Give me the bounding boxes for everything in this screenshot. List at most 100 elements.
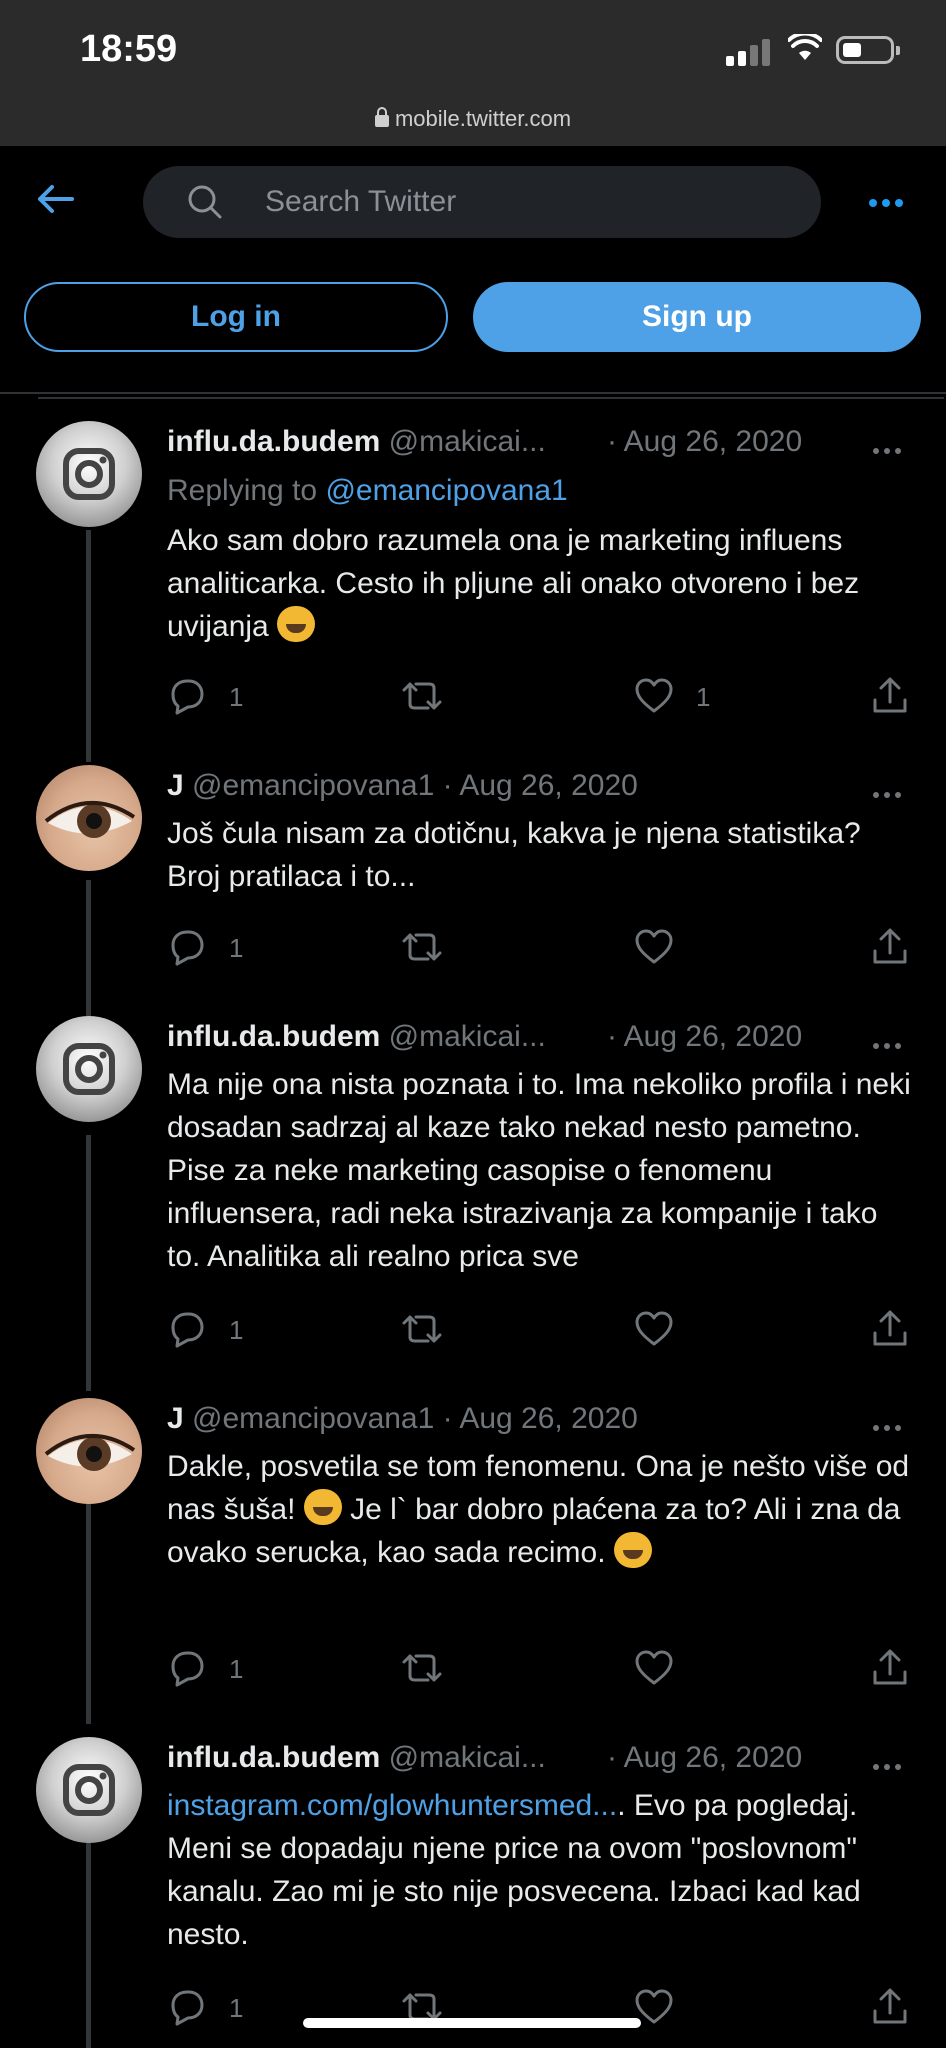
eye-photo bbox=[44, 1433, 136, 1471]
login-button[interactable]: Log in bbox=[24, 282, 448, 352]
replying-label: Replying to bbox=[167, 474, 318, 507]
retweet-icon bbox=[402, 682, 442, 710]
retweet-icon bbox=[402, 1654, 442, 1682]
display-name[interactable]: J bbox=[167, 769, 184, 802]
reply-count: 1 bbox=[229, 682, 244, 712]
reply-button[interactable]: 1 bbox=[167, 1309, 243, 1354]
display-name[interactable]: influ.da.budem bbox=[167, 425, 380, 458]
tweet-actions: 1 1 bbox=[167, 676, 912, 716]
reply-button[interactable]: 1 bbox=[167, 927, 243, 972]
handle[interactable]: @emancipovana1 bbox=[192, 769, 434, 802]
tweet-date[interactable]: · Aug 26, 2020 bbox=[607, 1020, 802, 1054]
divider bbox=[0, 392, 946, 394]
share-button[interactable] bbox=[870, 1648, 910, 1693]
reply-icon bbox=[171, 930, 204, 966]
mention-link[interactable]: @emancipovana1 bbox=[325, 474, 567, 507]
more-options-icon[interactable] bbox=[869, 194, 908, 212]
reply-icon bbox=[171, 1312, 204, 1348]
reply-button[interactable]: 1 bbox=[167, 1987, 243, 2032]
retweet-button[interactable] bbox=[400, 1648, 444, 1693]
retweet-icon bbox=[402, 933, 442, 961]
tweet-date[interactable]: · Aug 26, 2020 bbox=[607, 425, 802, 459]
retweet-button[interactable] bbox=[400, 927, 444, 972]
back-arrow-icon[interactable] bbox=[36, 183, 76, 215]
signup-button[interactable]: Sign up bbox=[473, 282, 921, 352]
display-name[interactable]: influ.da.budem bbox=[167, 1741, 380, 1774]
like-button[interactable]: 1 bbox=[634, 676, 710, 721]
tweet-text-content: Ako sam dobro razumela ona je marketing … bbox=[167, 524, 860, 643]
tweet-header: influ.da.budem @makicai... bbox=[167, 425, 546, 459]
tweet-more-icon[interactable] bbox=[873, 1418, 906, 1436]
instagram-icon bbox=[63, 1043, 115, 1095]
avatar[interactable] bbox=[36, 1737, 142, 1843]
heart-icon bbox=[635, 678, 673, 713]
retweet-button[interactable] bbox=[400, 676, 444, 721]
tweet-actions: 1 bbox=[167, 1648, 912, 1688]
share-button[interactable] bbox=[870, 676, 910, 721]
share-icon bbox=[873, 928, 907, 964]
share-icon bbox=[873, 1310, 907, 1346]
tweet-more-icon[interactable] bbox=[873, 1036, 906, 1054]
status-bar: 18:59 mobile.twitter.com bbox=[0, 0, 946, 146]
tweet-more-icon[interactable] bbox=[873, 441, 906, 459]
url-text: mobile.twitter.com bbox=[394, 106, 572, 131]
reply-icon bbox=[171, 1651, 204, 1687]
like-button[interactable] bbox=[634, 1648, 674, 1693]
thread-line bbox=[86, 880, 91, 1016]
avatar[interactable] bbox=[36, 765, 142, 871]
avatar[interactable] bbox=[36, 421, 142, 527]
share-icon bbox=[873, 1649, 907, 1685]
retweet-icon bbox=[402, 1315, 442, 1343]
tweet-more-icon[interactable] bbox=[873, 785, 906, 803]
display-name[interactable]: J bbox=[167, 1402, 184, 1435]
tweet-actions: 1 bbox=[167, 927, 912, 967]
handle[interactable]: @emancipovana1 bbox=[192, 1402, 434, 1435]
divider bbox=[38, 397, 944, 399]
battery-icon bbox=[836, 36, 900, 64]
display-name[interactable]: influ.da.budem bbox=[167, 1020, 380, 1053]
heart-icon bbox=[635, 1650, 673, 1685]
heart-icon bbox=[635, 929, 673, 964]
rolling-laughing-emoji bbox=[613, 1532, 652, 1568]
reply-icon bbox=[171, 679, 204, 715]
avatar[interactable] bbox=[36, 1016, 142, 1122]
search-input[interactable]: Search Twitter bbox=[143, 166, 821, 238]
tweet-header: J @emancipovana1 · Aug 26, 2020 bbox=[167, 769, 638, 803]
signal-icon bbox=[726, 38, 774, 66]
share-button[interactable] bbox=[870, 1309, 910, 1354]
status-time: 18:59 bbox=[80, 28, 178, 70]
tweet-more-icon[interactable] bbox=[873, 1757, 906, 1775]
tweet-date[interactable]: · Aug 26, 2020 bbox=[443, 1402, 638, 1435]
thread-line bbox=[86, 530, 91, 762]
home-indicator[interactable] bbox=[303, 2018, 641, 2028]
handle[interactable]: @makicai... bbox=[389, 425, 546, 458]
tweet-header: influ.da.budem @makicai... bbox=[167, 1741, 546, 1775]
tweet-text: Dakle, posvetila se tom fenomenu. Ona je… bbox=[167, 1445, 917, 1574]
tweet-text: instagram.com/glowhuntersmed.... Evo pa … bbox=[167, 1784, 917, 1956]
like-count: 1 bbox=[696, 682, 711, 712]
instagram-icon bbox=[63, 1764, 115, 1816]
share-icon bbox=[873, 677, 907, 713]
rolling-laughing-emoji bbox=[303, 1489, 342, 1525]
instagram-link[interactable]: instagram.com/glowhuntersmed... bbox=[167, 1789, 617, 1822]
share-button[interactable] bbox=[870, 927, 910, 972]
like-button[interactable] bbox=[634, 1309, 674, 1354]
tweet-header: J @emancipovana1 · Aug 26, 2020 bbox=[167, 1402, 638, 1436]
retweet-button[interactable] bbox=[400, 1309, 444, 1354]
thread-line bbox=[86, 1135, 91, 1391]
like-button[interactable] bbox=[634, 927, 674, 972]
tweet-date[interactable]: · Aug 26, 2020 bbox=[443, 769, 638, 802]
reply-count: 1 bbox=[229, 933, 244, 963]
tweet-text: Ma nije ona nista poznata i to. Ima neko… bbox=[167, 1068, 911, 1273]
share-button[interactable] bbox=[870, 1987, 910, 2032]
tweet-header: influ.da.budem @makicai... bbox=[167, 1020, 546, 1054]
search-icon bbox=[188, 185, 222, 219]
tweet-date[interactable]: · Aug 26, 2020 bbox=[607, 1741, 802, 1775]
avatar[interactable] bbox=[36, 1398, 142, 1504]
address-bar[interactable]: mobile.twitter.com bbox=[0, 106, 946, 132]
handle[interactable]: @makicai... bbox=[389, 1020, 546, 1053]
reply-button[interactable]: 1 bbox=[167, 1648, 243, 1693]
handle[interactable]: @makicai... bbox=[389, 1741, 546, 1774]
reply-button[interactable]: 1 bbox=[167, 676, 243, 721]
thread-line bbox=[86, 1468, 91, 1724]
